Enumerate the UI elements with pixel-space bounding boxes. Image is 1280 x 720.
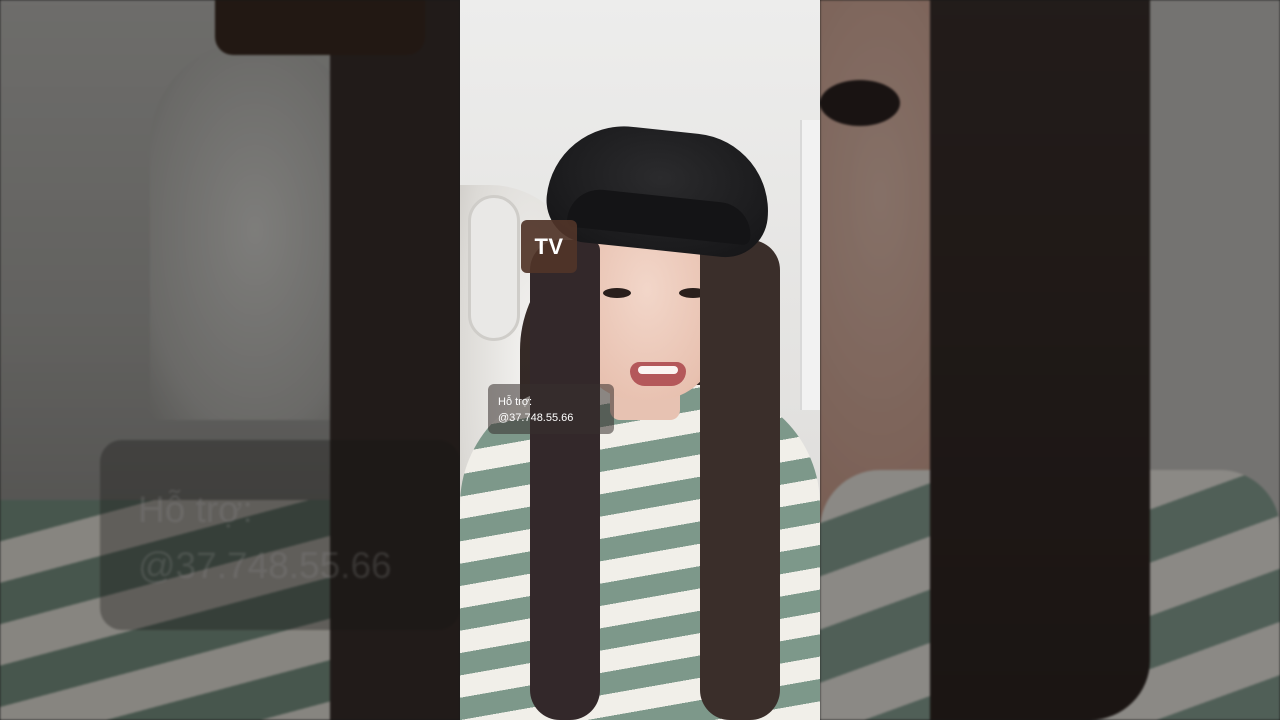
shorts-player[interactable]: Hỗ trợ: @37.748.55.66 TV Hỗ trợ: @37.748… [0,0,1280,720]
hair-left-strands [530,240,600,720]
hair-right-strands [700,240,780,720]
video-frame[interactable] [460,0,820,720]
support-caption: Hỗ trợ: @37.748.55.66 [488,384,614,434]
tv-logo-badge: TV [521,220,577,273]
support-handle: @37.748.55.66 [498,412,574,424]
door-frame [800,120,820,410]
teeth [638,366,678,374]
chair-carving [468,195,520,341]
left-eye [603,288,631,298]
tv-badge-text: TV [534,233,564,259]
blurred-background-left: Hỗ trợ: @37.748.55.66 [0,0,460,720]
support-label: Hỗ trợ: [498,396,533,408]
blurred-background-right [820,0,1280,720]
